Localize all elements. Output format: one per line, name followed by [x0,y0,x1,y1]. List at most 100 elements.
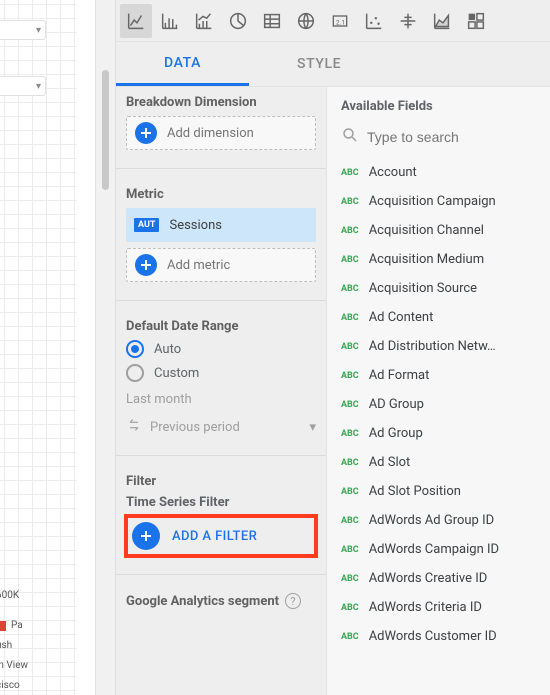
data-config-column: Breakdown Dimension Add dimension Metric… [116,87,326,695]
field-label: Ad Distribution Netw… [369,339,496,354]
radio-icon [126,340,144,358]
field-row[interactable]: ABCAd Group [327,419,550,448]
metric-section: Metric AUT Sessions Add metric [126,187,316,282]
chart-type-toolbar: 2.1 [116,0,550,42]
date-range-custom[interactable]: Custom [126,364,316,382]
date-range-section: Default Date Range Auto Custom Last mont… [126,319,316,437]
field-row[interactable]: ABC AD Group [327,390,550,419]
date-range-auto[interactable]: Auto [126,340,316,358]
section-title: Default Date Range [126,319,316,334]
plus-icon [132,522,160,550]
divider [116,168,326,169]
field-label: Ad Slot [369,455,411,470]
chart-type-bar-icon[interactable] [154,4,186,38]
chart-type-scorecard-icon[interactable]: 2.1 [324,4,356,38]
field-row[interactable]: ABCAcquisition Campaign [327,187,550,216]
type-badge-abc: ABC [341,545,359,555]
chart-type-pie-icon[interactable] [222,4,254,38]
canvas-dropdown[interactable]: ▾ [0,76,46,96]
tab-data[interactable]: DATA [116,42,249,86]
field-label: AdWords Criteria ID [369,600,482,615]
field-row[interactable]: ABCAdWords Campaign ID [327,535,550,564]
field-label: AD Group [369,397,424,412]
type-badge-abc: ABC [341,574,359,584]
available-fields-column: Available Fields ABCAccountABCAcquisitio… [326,87,550,695]
divider [116,300,326,301]
type-badge-abc: ABC [341,226,359,236]
field-row[interactable]: ABC Acquisition Medium [327,245,550,274]
chart-type-bullet-icon[interactable] [392,4,424,38]
type-badge-abc: ABC [341,255,359,265]
add-metric-label: Add metric [167,258,230,273]
tab-style[interactable]: STYLE [249,42,389,86]
scrollbar-thumb[interactable] [102,70,109,190]
plus-icon [135,122,157,144]
type-badge-abc: ABC [341,429,359,439]
available-fields-title: Available Fields [327,87,550,120]
type-badge-abc: ABC [341,458,359,468]
field-row[interactable]: ABC Ad Distribution Netw… [327,332,550,361]
aggregation-badge: AUT [134,218,159,232]
field-row[interactable]: ABCAd Content [327,303,550,332]
field-label: AdWords Customer ID [369,629,497,644]
add-metric-button[interactable]: Add metric [126,248,316,282]
panel-tabs: DATA STYLE [116,42,550,86]
chart-type-area-icon[interactable] [426,4,458,38]
help-icon[interactable]: ? [285,593,301,609]
add-filter-button[interactable]: ADD A FILTER [126,516,316,556]
field-row[interactable]: ABCAdWords Creative ID [327,564,550,593]
chart-type-combo-icon[interactable] [188,4,220,38]
svg-text:2.1: 2.1 [336,18,345,26]
field-row[interactable]: ABCAccount [327,158,550,187]
chart-type-line-icon[interactable] [120,4,152,38]
report-canvas-peek: ▾ ▾ 600K Pa ush in View cisco [0,0,95,695]
add-dimension-label: Add dimension [167,126,254,141]
ga-segment-section: Google Analytics segment ? [126,593,316,609]
field-row[interactable]: ABCAcquisition Source [327,274,550,303]
filter-section: Filter Time Series Filter ADD A FILTER [126,474,316,556]
add-dimension-button[interactable]: Add dimension [126,116,316,150]
swap-icon [126,417,142,437]
field-row[interactable]: ABCAdWords Ad Group ID [327,506,550,535]
field-label: Ad Format [369,368,430,383]
section-title: Breakdown Dimension [126,95,316,110]
radio-label: Custom [154,366,199,381]
field-row[interactable]: ABCAd Slot Position [327,477,550,506]
field-label: Acquisition Channel [369,223,484,238]
chevron-down-icon: ▾ [309,420,316,435]
type-badge-abc: ABC [341,342,359,352]
chart-type-scatter-icon[interactable] [358,4,390,38]
metric-chip-sessions[interactable]: AUT Sessions [126,208,316,242]
add-filter-label: ADD A FILTER [172,529,257,544]
comparison-period[interactable]: Previous period ▾ [126,417,316,437]
field-label: Acquisition Medium [369,252,484,267]
type-badge-abc: ABC [341,168,359,178]
chart-type-pivot-icon[interactable] [460,4,492,38]
field-row[interactable]: ABCAdWords Criteria ID [327,593,550,622]
field-search[interactable] [327,120,550,158]
type-badge-abc: ABC [341,371,359,381]
search-icon [341,126,359,148]
type-badge-abc: ABC [341,487,359,497]
legend-text: cisco [0,680,20,691]
type-badge-abc: ABC [341,313,359,323]
section-title: Metric [126,187,316,202]
chart-type-geo-icon[interactable] [290,4,322,38]
legend-text: ush [0,640,12,651]
chart-type-table-icon[interactable] [256,4,288,38]
field-search-input[interactable] [367,129,536,145]
panel-gutter [95,0,116,695]
field-row[interactable]: ABC AdWords Customer ID [327,622,550,651]
metric-label: Sessions [169,218,222,233]
type-badge-abc: ABC [341,400,359,410]
type-badge-abc: ABC [341,197,359,207]
comparison-label: Previous period [150,420,240,435]
type-badge-abc: ABC [341,632,359,642]
field-row[interactable]: ABC Ad Format [327,361,550,390]
field-row[interactable]: ABC Ad Slot [327,448,550,477]
legend-text: in View [0,660,28,671]
field-row[interactable]: ABC Acquisition Channel [327,216,550,245]
canvas-dropdown[interactable]: ▾ [0,20,46,40]
divider [116,574,326,575]
radio-label: Auto [154,342,181,357]
